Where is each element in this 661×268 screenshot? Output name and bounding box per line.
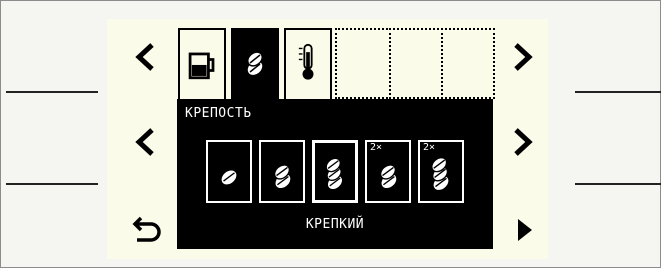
- back-arrow-icon: [132, 216, 161, 242]
- thermometer-icon: [298, 43, 314, 80]
- tab-empty-3[interactable]: [441, 28, 495, 99]
- strength-option-4[interactable]: 2×: [365, 140, 411, 203]
- chevron-right-icon: [514, 43, 533, 71]
- strength-option-5[interactable]: 2×: [418, 140, 464, 203]
- coffee-beans-icon: [379, 164, 397, 189]
- coffee-beans-icon: [431, 156, 449, 190]
- tab-empty-1[interactable]: [335, 28, 391, 99]
- right-divider-top: [575, 91, 661, 93]
- strength-option-2[interactable]: [259, 140, 305, 203]
- left-divider-top: [6, 91, 98, 93]
- strength-option-3[interactable]: [312, 140, 358, 203]
- tab-cup-size[interactable]: [178, 28, 226, 99]
- cup-icon: [188, 52, 215, 80]
- panel-title: КРЕПОСТЬ: [185, 106, 252, 121]
- coffee-bean-icon: [221, 170, 237, 185]
- prev-tab-button[interactable]: [125, 37, 165, 77]
- coffee-beans-icon: [325, 157, 343, 190]
- right-divider-bottom: [575, 183, 661, 185]
- chevron-left-icon: [135, 43, 154, 71]
- next-option-button[interactable]: [503, 122, 543, 162]
- prev-option-button[interactable]: [125, 122, 165, 162]
- strength-panel: КРЕПОСТЬ 2× 2× КРЕПКИЙ: [177, 99, 493, 249]
- back-button[interactable]: [125, 210, 165, 250]
- tab-strength[interactable]: [231, 28, 279, 99]
- coffee-beans-icon: [273, 164, 291, 189]
- start-button[interactable]: [505, 210, 545, 250]
- coffee-bean-icon: [247, 51, 263, 75]
- tab-temperature[interactable]: [284, 28, 332, 99]
- chevron-left-icon: [135, 128, 154, 156]
- play-triangle-icon: [518, 219, 532, 241]
- display-screen: КРЕПОСТЬ 2× 2× КРЕПКИЙ: [107, 19, 548, 259]
- left-divider-bottom: [6, 183, 98, 185]
- strength-value: КРЕПКИЙ: [305, 217, 365, 232]
- chevron-right-icon: [514, 128, 533, 156]
- tab-empty-2[interactable]: [389, 28, 443, 99]
- next-tab-button[interactable]: [503, 37, 543, 77]
- strength-option-1[interactable]: [206, 140, 252, 203]
